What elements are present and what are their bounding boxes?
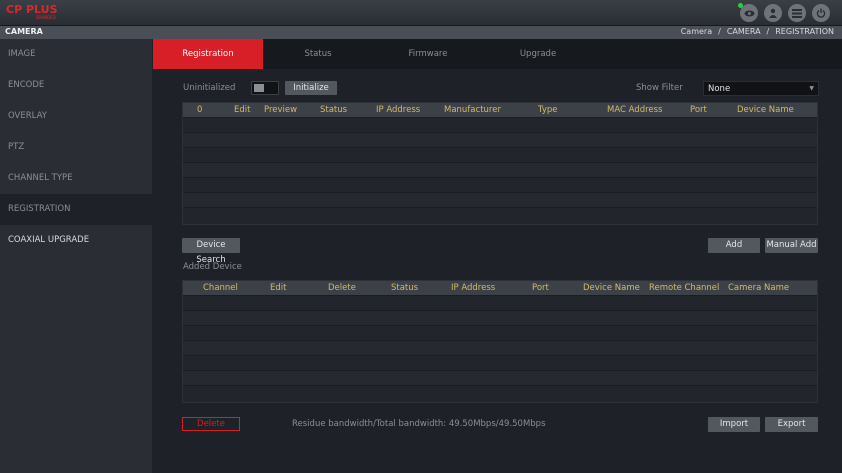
tab-firmware[interactable]: Firmware [373, 39, 483, 69]
show-filter-select[interactable]: None ▼ [703, 81, 819, 96]
sidebar-item-ptz[interactable]: PTZ [0, 132, 152, 163]
table-row[interactable] [183, 177, 817, 192]
added-device-label: Added Device [183, 262, 242, 272]
column-status: Status [320, 105, 348, 115]
eye-icon[interactable] [738, 3, 758, 22]
table-header: Channel Edit Delete Status IP Address Po… [183, 281, 817, 295]
sidebar-item-registration[interactable]: REGISTRATION [0, 194, 152, 225]
show-filter-value: None [708, 84, 731, 94]
table-row[interactable] [183, 340, 817, 355]
column-select-all[interactable]: 0 [197, 103, 202, 117]
breadcrumb: Camera / CAMERA / REGISTRATION [681, 27, 834, 36]
table-row[interactable] [183, 147, 817, 162]
tab-bar: Registration Status Firmware Upgrade [153, 39, 842, 69]
column-edit: Edit [270, 283, 287, 293]
table-row[interactable] [183, 162, 817, 177]
table-row[interactable] [183, 355, 817, 370]
column-device-name: Device Name [583, 283, 640, 293]
tab-upgrade[interactable]: Upgrade [483, 39, 593, 69]
sidebar-item-coaxial-upgrade[interactable]: COAXIAL UPGRADE [0, 225, 152, 256]
column-type: Type [538, 105, 558, 115]
breadcrumb-registration: REGISTRATION [775, 27, 834, 36]
column-ip-address: IP Address [451, 283, 496, 293]
table-header: 0 Edit Preview Status IP Address Manufac… [183, 103, 817, 117]
sidebar-item-overlay[interactable]: OVERLAY [0, 101, 152, 132]
initialize-button[interactable]: Initialize [285, 81, 337, 95]
bandwidth-status: Residue bandwidth/Total bandwidth: 49.50… [292, 419, 546, 429]
table-row[interactable] [183, 325, 817, 340]
table-row[interactable] [183, 132, 817, 147]
device-search-button[interactable]: Device Search [182, 238, 240, 265]
table-row[interactable] [183, 370, 817, 385]
show-filter-label: Show Filter [636, 83, 683, 93]
table-row[interactable] [183, 385, 817, 400]
breadcrumb-camera-menu[interactable]: CAMERA [727, 27, 761, 36]
device-search-table: 0 Edit Preview Status IP Address Manufac… [182, 102, 818, 225]
table-row[interactable] [183, 192, 817, 207]
column-device-name: Device Name [737, 105, 794, 115]
table-row[interactable] [183, 310, 817, 325]
table-row[interactable] [183, 117, 817, 132]
title-bar: CAMERA Camera / CAMERA / REGISTRATION [0, 26, 842, 39]
column-port: Port [532, 283, 549, 293]
column-delete: Delete [328, 283, 356, 293]
tab-status[interactable]: Status [263, 39, 373, 69]
import-button[interactable]: Import [708, 417, 760, 432]
column-ip-address: IP Address [376, 105, 421, 115]
column-manufacturer: Manufacturer [444, 105, 501, 115]
uninitialized-toggle[interactable] [251, 81, 279, 95]
column-port: Port [690, 105, 707, 115]
column-status: Status [391, 283, 419, 293]
main-content: Uninitialized Initialize Show Filter Non… [153, 69, 842, 473]
breadcrumb-separator: / [766, 27, 770, 36]
add-button[interactable]: Add [708, 238, 760, 253]
sidebar-item-image[interactable]: IMAGE [0, 39, 152, 70]
manual-add-button[interactable]: Manual Add [765, 238, 818, 253]
column-mac-address: MAC Address [607, 105, 663, 115]
breadcrumb-separator: / [718, 27, 721, 36]
uninitialized-label: Uninitialized [183, 83, 236, 93]
power-icon[interactable] [812, 4, 830, 22]
top-bar: CP PLUS BRANDED [0, 0, 842, 26]
page-title: CAMERA [5, 27, 43, 36]
brand-logo: CP PLUS BRANDED [6, 3, 66, 23]
tab-registration[interactable]: Registration [153, 39, 263, 69]
breadcrumb-camera[interactable]: Camera [681, 27, 712, 36]
delete-button[interactable]: Delete [182, 417, 240, 431]
brand-subtitle: BRANDED [36, 15, 56, 20]
table-row[interactable] [183, 207, 817, 222]
column-remote-channel: Remote Channel [649, 283, 720, 293]
added-device-table: Channel Edit Delete Status IP Address Po… [182, 280, 818, 403]
column-camera-name: Camera Name [728, 283, 790, 293]
table-row[interactable] [183, 295, 817, 310]
toggle-knob [254, 84, 264, 92]
sidebar-item-channel-type[interactable]: CHANNEL TYPE [0, 163, 152, 194]
user-icon[interactable] [764, 4, 782, 22]
column-edit: Edit [234, 105, 251, 115]
column-preview: Preview [264, 105, 298, 115]
column-channel: Channel [203, 283, 238, 293]
sidebar-item-encode[interactable]: ENCODE [0, 70, 152, 101]
menu-icon[interactable] [788, 4, 806, 22]
export-button[interactable]: Export [765, 417, 818, 432]
chevron-down-icon: ▼ [809, 85, 814, 92]
sidebar: IMAGE ENCODE OVERLAY PTZ CHANNEL TYPE RE… [0, 39, 152, 473]
